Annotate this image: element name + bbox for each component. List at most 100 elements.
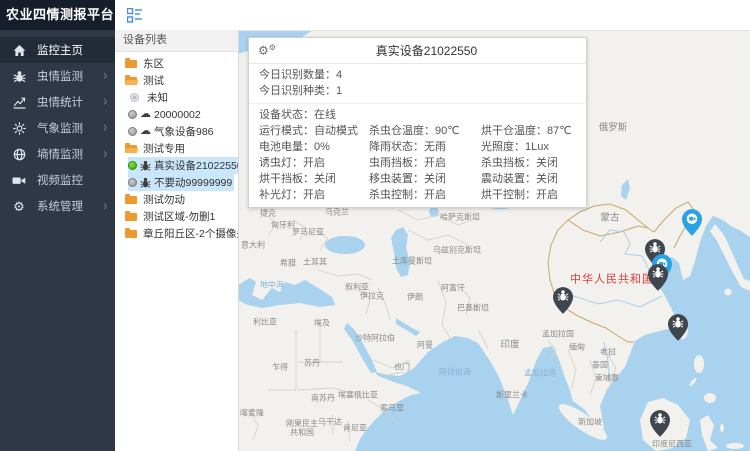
sidebar-item-label: 视频监控 — [37, 172, 107, 188]
cloud-icon: ☁ — [140, 109, 151, 120]
chevron-right-icon: › — [103, 199, 107, 213]
popup-header: ⚙⚙ 真实设备21022550 — [249, 38, 586, 64]
chevron-right-icon: › — [103, 69, 107, 83]
today-count: 今日识别数量：4 — [259, 67, 576, 83]
map-pin-insect[interactable] — [648, 264, 668, 291]
sidebar-item-system-manage[interactable]: ⚙ 系统管理› — [0, 193, 115, 219]
tree-folder[interactable]: 东区 — [115, 55, 238, 72]
status-dot-offline — [128, 110, 137, 119]
sidebar-item-soil-monitor[interactable]: 墒情监测› — [0, 141, 115, 167]
popup-field: 电池电量：0% — [259, 139, 369, 155]
sun-icon — [12, 121, 26, 135]
tree-device[interactable]: 不要动99999999 — [115, 174, 238, 191]
bug-icon — [12, 69, 26, 83]
tree-label: 测试 — [143, 73, 164, 88]
topbar — [115, 0, 750, 31]
popup-grid-row: 补光灯：开启杀虫控制：开启烘干控制：开启 — [259, 187, 576, 203]
sidebar-item-label: 监控主页 — [37, 42, 107, 58]
device-status: 设备状态：在线 — [259, 107, 576, 123]
sidebar-item-label: 系统管理 — [37, 198, 103, 214]
device-tree: 东区测试未知☁20000002☁气象设备986测试专用真实设备21022550不… — [115, 52, 238, 242]
status-dot-offline — [128, 127, 137, 136]
device-panel: 设备列表 东区测试未知☁20000002☁气象设备986测试专用真实设备2102… — [115, 30, 239, 451]
popup-field: 诱虫灯：开启 — [259, 155, 369, 171]
map-pin-insect[interactable] — [668, 314, 688, 341]
popup-field: 运行模式：自动模式 — [259, 123, 369, 139]
map-canvas[interactable]: 俄罗斯蒙古中华人民共和国捷克乌克兰哈萨克斯坦匈牙利罗马尼亚意大利乌兹别克斯坦希腊… — [238, 30, 750, 451]
map-pin-insect[interactable] — [553, 287, 573, 314]
sidebar-menu: 监控主页虫情监测›虫情统计›气象监测›墒情监测›视频监控⚙系统管理› — [0, 30, 115, 219]
sidebar-item-insect-stats[interactable]: 虫情统计› — [0, 89, 115, 115]
folder-icon — [125, 145, 137, 153]
popup-field: 虫雨挡板：开启 — [369, 155, 481, 171]
unknown-marker-icon — [130, 93, 139, 102]
chevron-right-icon: › — [103, 95, 107, 109]
popup-field: 烘干挡板：关闭 — [259, 171, 369, 187]
bug-icon — [140, 177, 151, 189]
sidebar-item-label: 墒情监测 — [37, 146, 103, 162]
sidebar-item-video-monitor[interactable]: 视频监控 — [0, 167, 115, 193]
globe-icon — [12, 147, 26, 161]
tree-label: 不要动99999999 — [154, 175, 232, 190]
popup-field: 光照度：1Lux — [481, 139, 576, 155]
map-pin-weather[interactable] — [682, 209, 702, 236]
tree-label: 真实设备21022550 — [154, 158, 239, 173]
device-list-toggle-icon[interactable] — [127, 8, 142, 23]
folder-icon — [125, 60, 137, 68]
sidebar-item-weather-monitor[interactable]: 气象监测› — [0, 115, 115, 141]
gear-icon: ⚙ — [12, 199, 26, 213]
camera-icon — [12, 173, 26, 187]
popup-grid-row: 电池电量：0%降雨状态：无雨光照度：1Lux — [259, 139, 576, 155]
chevron-right-icon: › — [103, 121, 107, 135]
popup-field: 烘干控制：开启 — [481, 187, 576, 203]
today-species: 今日识别种类：1 — [259, 83, 576, 99]
popup-grid-row: 诱虫灯：开启虫雨挡板：开启杀虫挡板：关闭 — [259, 155, 576, 171]
popup-field: 杀虫挡板：关闭 — [481, 155, 576, 171]
app-window: 农业四情测报平台 监控主页虫情监测›虫情统计›气象监测›墒情监测›视频监控⚙系统… — [0, 0, 750, 451]
tree-label: 20000002 — [154, 109, 201, 121]
popup-status-section: 设备状态：在线 运行模式：自动模式杀虫仓温度：90℃烘干仓温度：87℃电池电量：… — [249, 104, 586, 207]
tree-label: 未知 — [147, 90, 168, 105]
tree-device[interactable]: ☁气象设备986 — [115, 123, 238, 140]
tree-folder[interactable]: 测试勿动 — [115, 191, 238, 208]
home-icon — [12, 43, 26, 57]
device-list-header: 设备列表 — [115, 30, 238, 52]
sidebar: 农业四情测报平台 监控主页虫情监测›虫情统计›气象监测›墒情监测›视频监控⚙系统… — [0, 0, 115, 451]
tree-label: 测试勿动 — [143, 192, 185, 207]
tree-folder[interactable]: 测试区域-勿删1 — [115, 208, 238, 225]
tree-folder[interactable]: 章丘阳丘区-2个摄像头 — [115, 225, 238, 242]
sidebar-item-monitor-home[interactable]: 监控主页 — [0, 37, 115, 63]
tree-device[interactable]: 真实设备21022550 — [115, 157, 238, 174]
tree-folder[interactable]: 测试 — [115, 72, 238, 89]
chevron-right-icon: › — [103, 147, 107, 161]
popup-today-section: 今日识别数量：4 今日识别种类：1 — [249, 64, 586, 104]
tree-label: 章丘阳丘区-2个摄像头 — [143, 226, 239, 241]
status-dot-offline — [128, 178, 137, 187]
popup-field: 杀虫控制：开启 — [369, 187, 481, 203]
popup-title: 真实设备21022550 — [276, 42, 577, 59]
tree-folder[interactable]: 测试专用 — [115, 140, 238, 157]
popup-field: 震动装置：关闭 — [481, 171, 576, 187]
tree-label: 测试区域-勿删1 — [143, 209, 215, 224]
popup-status-grid: 运行模式：自动模式杀虫仓温度：90℃烘干仓温度：87℃电池电量：0%降雨状态：无… — [259, 123, 576, 203]
popup-field: 杀虫仓温度：90℃ — [369, 123, 481, 139]
cogs-icon[interactable]: ⚙⚙ — [258, 44, 276, 58]
tree-device[interactable]: 未知 — [115, 89, 238, 106]
map-pin-insect[interactable] — [650, 410, 670, 437]
tree-label: 气象设备986 — [154, 124, 214, 139]
popup-grid-row: 烘干挡板：关闭移虫装置：关闭震动装置：关闭 — [259, 171, 576, 187]
sidebar-item-label: 气象监测 — [37, 120, 103, 136]
folder-icon — [125, 196, 137, 204]
tree-label: 测试专用 — [143, 141, 185, 156]
popup-field: 降雨状态：无雨 — [369, 139, 481, 155]
popup-field: 补光灯：开启 — [259, 187, 369, 203]
app-title: 农业四情测报平台 — [0, 0, 115, 30]
bug-icon — [140, 160, 151, 172]
sidebar-item-insect-monitor[interactable]: 虫情监测› — [0, 63, 115, 89]
device-info-popup: ⚙⚙ 真实设备21022550 今日识别数量：4 今日识别种类：1 设备状态：在… — [248, 37, 587, 208]
folder-icon — [125, 213, 137, 221]
chart-icon — [12, 95, 26, 109]
cloud-icon: ☁ — [140, 126, 151, 137]
tree-device[interactable]: ☁20000002 — [115, 106, 238, 123]
popup-grid-row: 运行模式：自动模式杀虫仓温度：90℃烘干仓温度：87℃ — [259, 123, 576, 139]
